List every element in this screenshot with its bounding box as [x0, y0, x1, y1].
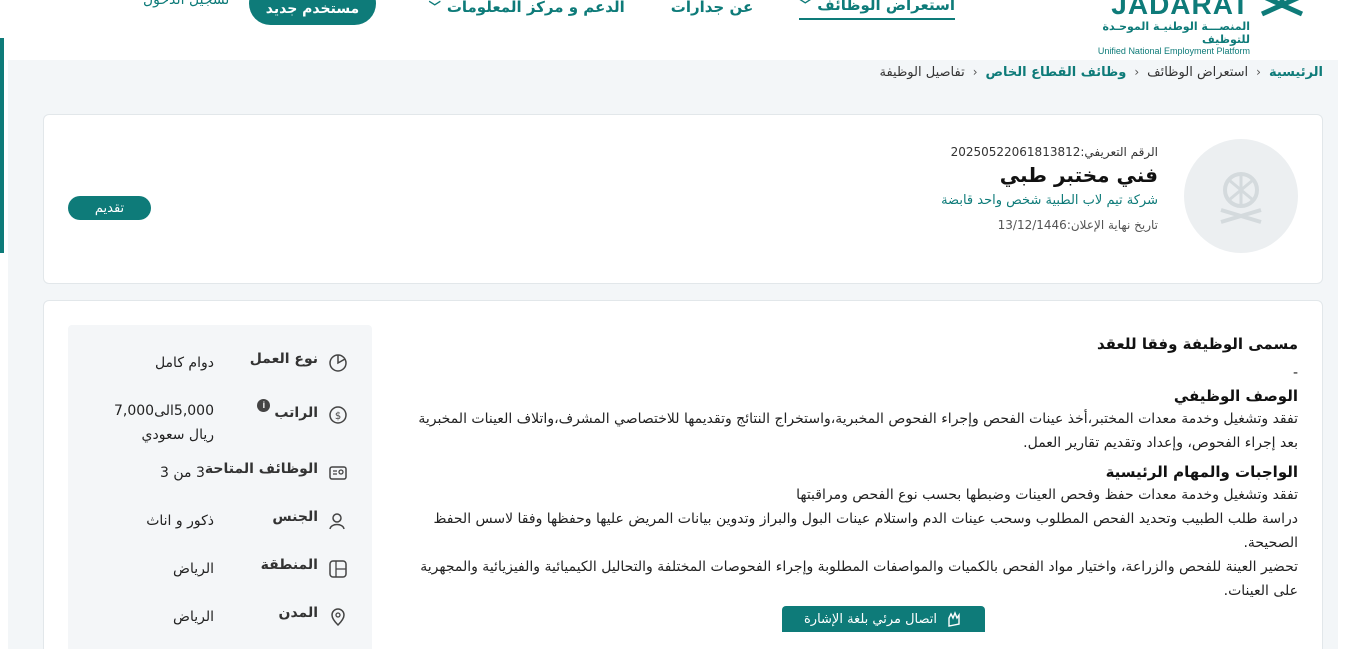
duty-item: تفقد وتشغيل وخدمة معدات حفظ وفحص العينات… — [796, 487, 1298, 503]
logo-wordmark: JADARAT — [1111, 0, 1250, 20]
detail-row-work-type: نوع العمل دوام كامل — [92, 351, 348, 379]
company-name[interactable]: شركة تيم لاب الطبية شخص واحد قابضة — [941, 193, 1158, 208]
palm-swords-icon — [1260, 0, 1304, 17]
detail-row-gender: الجنس ذكور و اناث — [92, 509, 348, 537]
login-link[interactable]: تسجيل الدخول — [143, 0, 229, 8]
job-deadline: تاريخ نهاية الإعلان:13/12/1446 — [997, 218, 1158, 232]
user-icon — [329, 513, 345, 530]
chevron-down-icon: ﹀ — [799, 0, 812, 12]
jadarat-logo[interactable]: JADARAT المنصـــة الوطنيـة الموحـدة للتو… — [1060, 0, 1304, 56]
site-header: JADARAT المنصـــة الوطنيـة الموحـدة للتو… — [0, 0, 1355, 60]
breadcrumb-current: تفاصيل الوظيفة — [879, 64, 965, 80]
chevron-left-icon: ‹ — [1134, 65, 1140, 79]
register-button[interactable]: مستخدم جديد — [249, 0, 376, 25]
sign-language-call-button[interactable]: اتصال مرئي بلغة الإشارة — [782, 606, 985, 632]
breadcrumb-browse: استعراض الوظائف — [1147, 64, 1249, 80]
job-description: مسمى الوظيفة وفقا للعقد - الوصف الوظيفي … — [398, 335, 1298, 603]
duties-heading: الواجبات والمهام الرئيسية — [1105, 463, 1298, 481]
nav-browse-jobs[interactable]: استعراض الوظائف ﹀ — [799, 0, 955, 20]
side-accent-bar — [0, 38, 4, 253]
svg-text:$: $ — [335, 411, 341, 422]
job-details-card: مسمى الوظيفة وفقا للعقد - الوصف الوظيفي … — [43, 300, 1323, 649]
pie-chart-icon — [329, 354, 347, 372]
id-card-icon — [329, 466, 347, 480]
map-icon — [329, 560, 347, 578]
money-icon: $ — [329, 406, 347, 424]
logo-subtitle-en: Unified National Employment Platform — [1097, 46, 1250, 56]
duty-item: دراسة طلب الطبيب وتحديد الفحص المطلوب وس… — [433, 511, 1298, 551]
breadcrumb-private-jobs[interactable]: وظائف القطاع الخاص — [986, 65, 1127, 80]
contract-title-heading: مسمى الوظيفة وفقا للعقد — [1096, 335, 1298, 353]
apply-button[interactable]: تقديم — [68, 196, 151, 220]
detail-row-cities: المدن الرياض — [92, 605, 348, 633]
nav-about[interactable]: عن جدارات — [671, 0, 753, 20]
chevron-left-icon: ‹ — [972, 65, 978, 79]
company-logo-placeholder — [1184, 139, 1298, 253]
detail-row-salary: $ الراتب i 5,000الى7,000 ريال سعودي — [92, 399, 348, 443]
job-title: فني مختبر طبي — [999, 163, 1158, 187]
duty-item: تحضير العينة للفحص والزراعة، واختيار موا… — [420, 559, 1298, 599]
job-id: الرقم التعريفي:20250522061813812 — [950, 145, 1158, 159]
breadcrumb: الرئيسية ‹ استعراض الوظائف ‹ وظائف القطا… — [879, 62, 1323, 82]
chevron-left-icon: ‹ — [1256, 65, 1261, 79]
job-header-card: الرقم التعريفي:20250522061813812 فني مخت… — [43, 114, 1323, 284]
logo-subtitle-ar: المنصـــة الوطنيـة الموحـدة للتوظيف — [1102, 20, 1251, 46]
job-desc-heading: الوصف الوظيفي — [1173, 387, 1298, 405]
detail-row-region: المنطقة الرياض — [92, 557, 348, 585]
breadcrumb-home[interactable]: الرئيسية — [1269, 65, 1323, 80]
nav-support[interactable]: الدعم و مركز المعلومات ﹀ — [429, 0, 625, 20]
detail-row-openings: الوظائف المتاحة 3 من 3 — [92, 461, 348, 489]
job-details-panel: نوع العمل دوام كامل $ الراتب i 5,000الى7… — [68, 325, 372, 649]
contract-title-value: - — [1292, 365, 1298, 381]
chevron-down-icon: ﹀ — [428, 0, 441, 14]
emblem-icon — [1220, 172, 1262, 224]
location-pin-icon — [331, 608, 345, 627]
sign-language-hand-icon — [948, 611, 960, 627]
job-info: الرقم التعريفي:20250522061813812 فني مخت… — [941, 145, 1158, 232]
main-nav: استعراض الوظائف ﹀ عن جدارات الدعم و مركز… — [429, 0, 955, 22]
info-icon[interactable]: i — [257, 399, 271, 412]
job-desc-text: تفقد وتشغيل وخدمة معدات المختبر،أخذ عينا… — [418, 411, 1298, 451]
